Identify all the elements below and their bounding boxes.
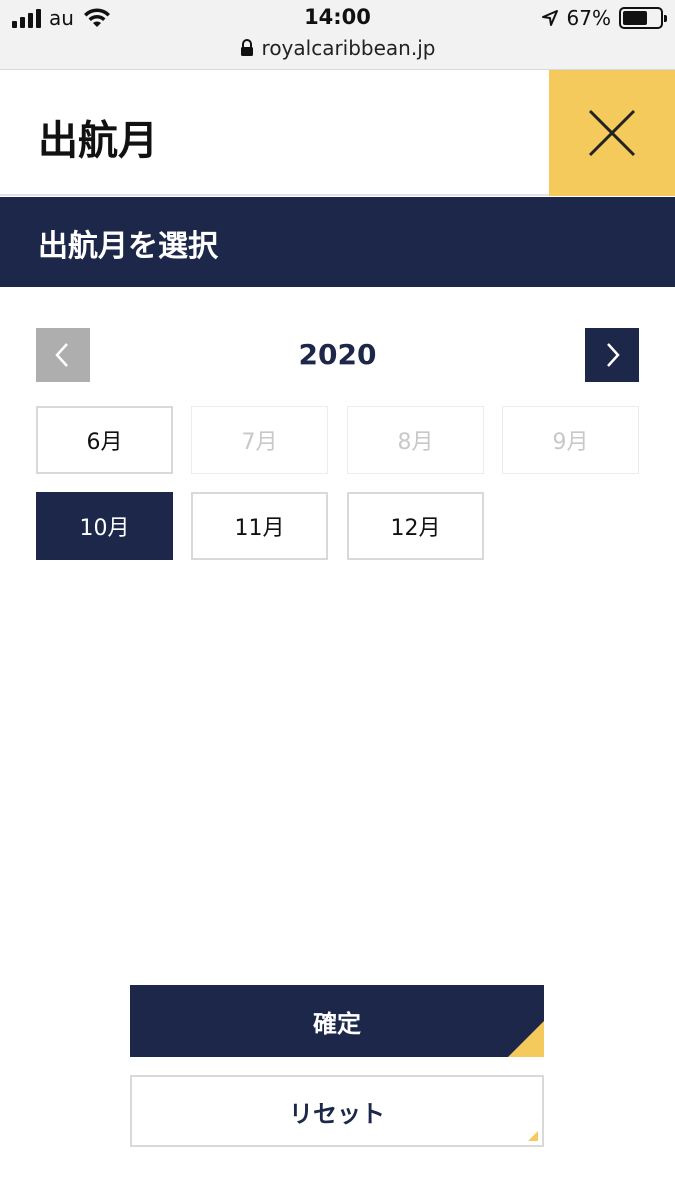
section-title: 出航月を選択 bbox=[38, 229, 218, 264]
month-button: 8月 bbox=[347, 406, 484, 474]
close-button[interactable] bbox=[549, 70, 675, 196]
page-title: 出航月 bbox=[38, 118, 158, 164]
status-bar: au 14:00 67% royalcaribbean.jp bbox=[0, 0, 675, 70]
month-button[interactable]: 12月 bbox=[347, 492, 484, 560]
location-arrow-icon bbox=[541, 10, 558, 26]
next-year-button[interactable] bbox=[585, 328, 639, 382]
address-bar[interactable]: royalcaribbean.jp bbox=[0, 36, 675, 60]
month-button[interactable]: 11月 bbox=[191, 492, 328, 560]
confirm-button[interactable]: 確定 bbox=[130, 985, 544, 1057]
year-navigation: 2020 bbox=[36, 328, 639, 382]
status-right: 67% bbox=[541, 6, 667, 30]
section-header: 出航月を選択 bbox=[0, 197, 675, 287]
reset-button[interactable]: リセット bbox=[130, 1075, 544, 1147]
modal-header: 出航月 bbox=[0, 70, 675, 196]
battery-icon bbox=[619, 7, 667, 29]
url-text: royalcaribbean.jp bbox=[261, 36, 436, 60]
year-label: 2020 bbox=[298, 338, 377, 371]
lock-icon bbox=[240, 39, 253, 56]
corner-accent-icon bbox=[528, 1131, 538, 1141]
battery-percent: 67% bbox=[566, 6, 611, 30]
battery-fill bbox=[623, 11, 648, 25]
chevron-right-icon bbox=[607, 343, 620, 367]
month-button[interactable]: 6月 bbox=[36, 406, 173, 474]
month-button[interactable]: 10月 bbox=[36, 492, 173, 560]
month-button: 9月 bbox=[502, 406, 639, 474]
close-x-icon bbox=[588, 109, 636, 157]
reset-button-label: リセット bbox=[289, 1099, 385, 1128]
month-button: 7月 bbox=[191, 406, 328, 474]
confirm-button-label: 確定 bbox=[313, 1009, 361, 1038]
corner-accent-icon bbox=[508, 1021, 544, 1057]
